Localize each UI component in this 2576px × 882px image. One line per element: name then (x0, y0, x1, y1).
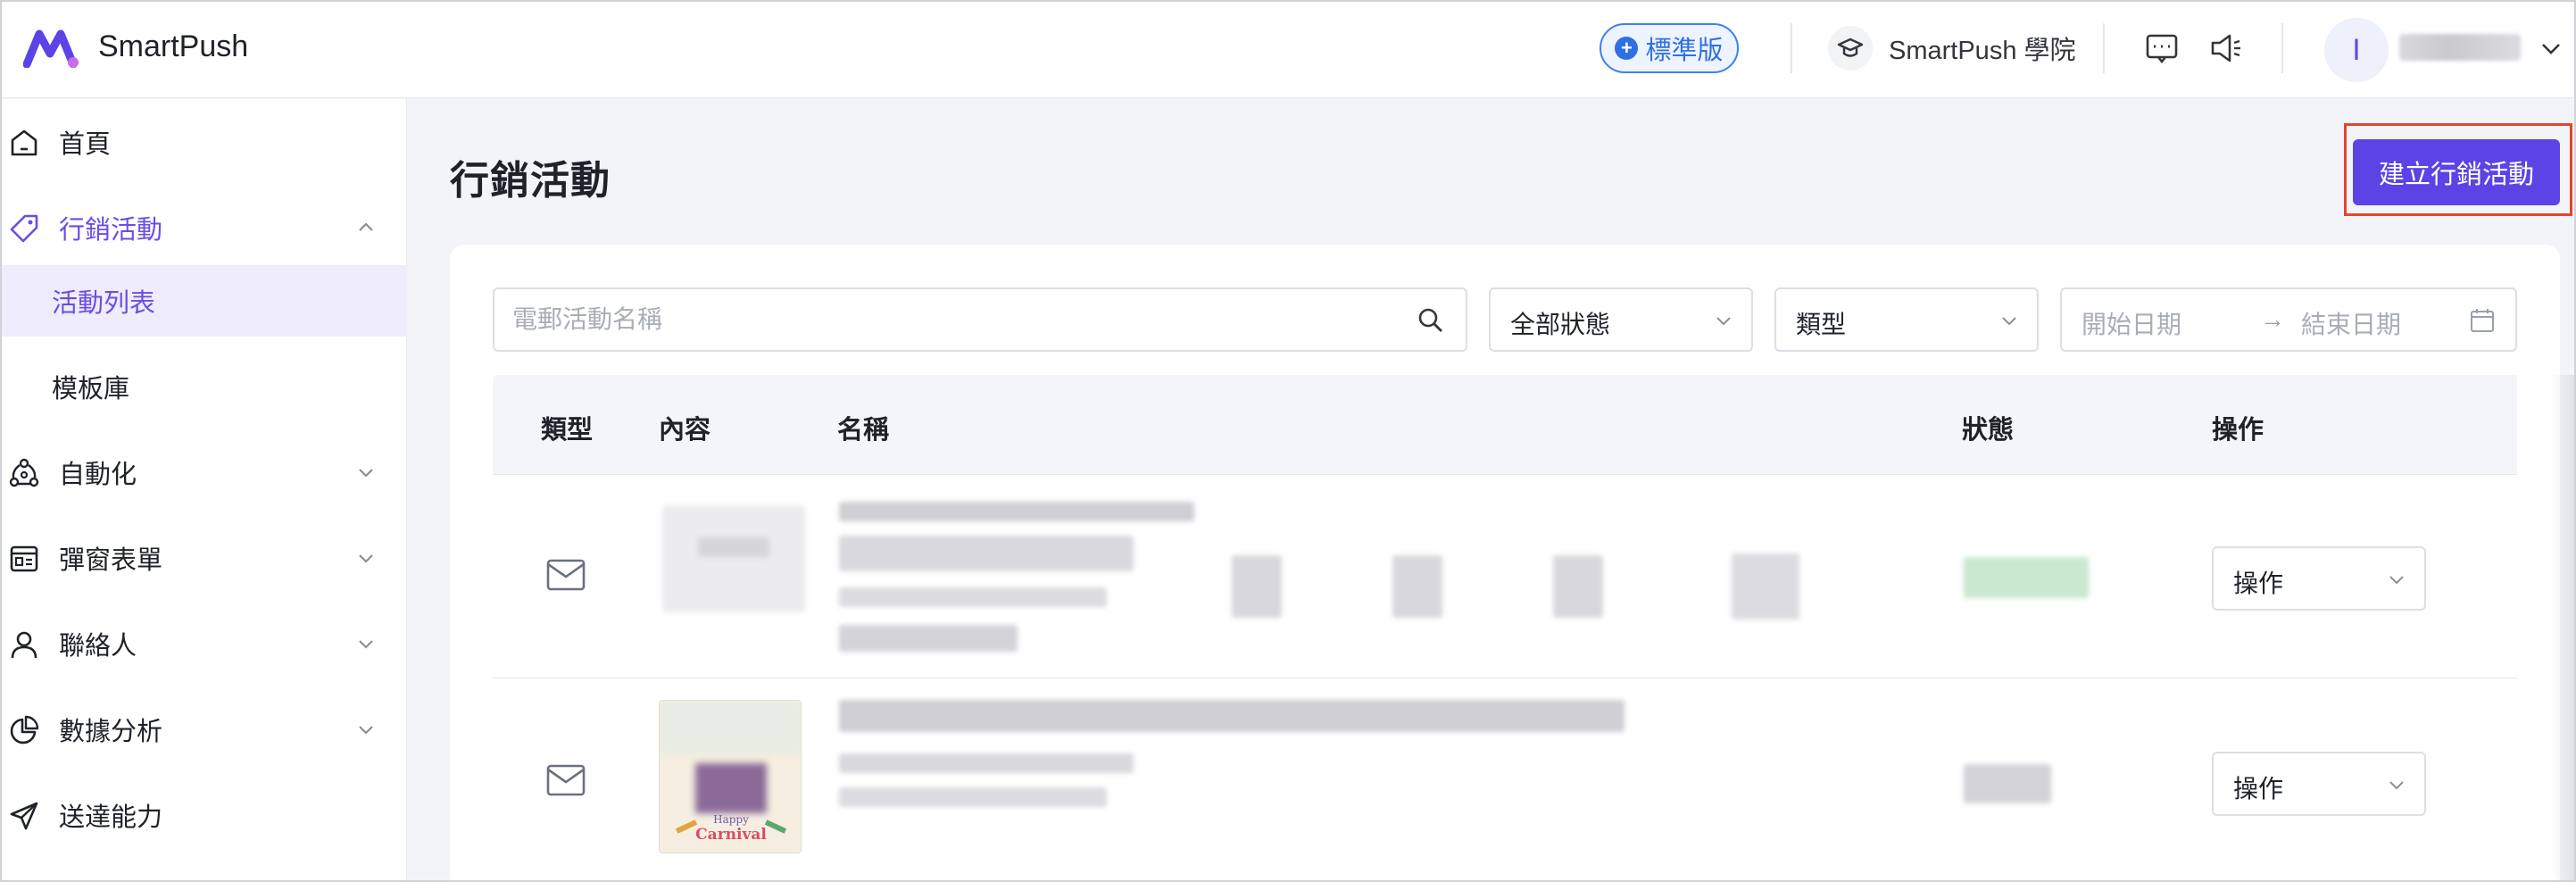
operations-dropdown[interactable]: 操作 (2212, 752, 2426, 816)
end-date-field[interactable]: 結束日期 (2301, 305, 2401, 341)
megaphone-icon[interactable] (2208, 30, 2244, 66)
chevron-down-icon (2389, 781, 2404, 790)
brand-name: SmartPush (98, 29, 249, 63)
sidebar-item-popup-forms[interactable]: 彈窗表單 (0, 515, 407, 601)
operations-dropdown[interactable]: 操作 (2212, 546, 2426, 611)
column-header-status: 狀態 (1962, 416, 2015, 445)
campaign-meta-redacted (839, 536, 1134, 571)
mail-icon (546, 764, 586, 796)
search-box[interactable] (493, 287, 1467, 352)
sidebar-item-contacts[interactable]: 聯絡人 (0, 601, 407, 686)
sidebar-subitem-label: 活動列表 (52, 289, 156, 318)
table-row[interactable]: Happy Carnival 操作 (493, 678, 2517, 882)
campaign-meta-redacted (839, 587, 1107, 607)
sidebar-item-automation[interactable]: 自動化 (0, 429, 407, 515)
sidebar-subitem-template-library[interactable]: 模板庫 (0, 351, 407, 422)
analytics-icon (10, 715, 39, 745)
chevron-down-icon (359, 726, 373, 735)
chevron-down-icon (2389, 576, 2404, 585)
stat-redacted (1732, 553, 1799, 620)
campaign-meta-redacted (839, 625, 1018, 652)
sidebar-item-label: 彈窗表單 (59, 546, 163, 575)
home-icon (11, 129, 37, 156)
chevron-down-icon (359, 469, 373, 478)
sidebar-item-label: 行銷活動 (59, 216, 163, 245)
chevron-down-icon[interactable] (2537, 34, 2565, 62)
arrow-right-icon: → (2260, 305, 2285, 333)
graduation-cap-icon (1828, 26, 1873, 71)
content-thumbnail-redacted (662, 505, 805, 612)
status-select[interactable]: 全部狀態 (1489, 287, 1753, 352)
chevron-up-icon (359, 222, 373, 231)
status-badge (1964, 557, 2089, 598)
campaign-meta-redacted (839, 753, 1134, 773)
operations-label: 操作 (2233, 570, 2284, 597)
sidebar-item-label: 首頁 (59, 130, 112, 159)
stat-redacted (1392, 555, 1442, 618)
stat-redacted (1232, 555, 1282, 618)
date-range-picker[interactable]: 開始日期 → 結束日期 (2060, 287, 2517, 352)
calendar-icon[interactable] (2469, 307, 2496, 334)
table-header: 類型 內容 名稱 狀態 操作 (493, 375, 2517, 475)
plus-icon: + (1615, 37, 1639, 60)
smartpush-logo[interactable] (23, 27, 80, 68)
column-header-content: 內容 (659, 416, 711, 445)
sidebar-subitem-label: 模板庫 (52, 375, 130, 404)
mail-icon (546, 559, 586, 591)
search-icon[interactable] (1416, 305, 1446, 336)
column-header-type: 類型 (541, 416, 594, 445)
search-input[interactable] (512, 302, 1405, 337)
create-campaign-button[interactable]: 建立行銷活動 (2353, 139, 2560, 205)
page-title: 行銷活動 (450, 159, 611, 203)
sidebar-item-deliverability[interactable]: 送達能力 (0, 772, 407, 858)
user-name-redacted (2399, 34, 2521, 61)
type-select-value: 類型 (1796, 311, 1847, 338)
chevron-down-icon (359, 640, 373, 649)
sidebar-item-label: 數據分析 (59, 718, 163, 746)
plan-badge-label: 標準版 (1645, 37, 1724, 65)
stat-redacted (1553, 555, 1603, 618)
sidebar-item-marketing[interactable]: 行銷活動 (0, 185, 407, 270)
avatar[interactable]: I (2324, 18, 2389, 82)
campaign-name-redacted (839, 700, 1625, 732)
thumbnail-image-redacted (695, 763, 767, 813)
column-header-actions: 操作 (2212, 416, 2264, 445)
popup-form-icon (10, 545, 38, 572)
table-scroll-shadow (2551, 375, 2576, 882)
status-badge (1964, 764, 2051, 803)
sidebar-item-home[interactable]: 首頁 (0, 99, 407, 185)
header-divider (2281, 23, 2283, 73)
campaign-name-redacted (839, 502, 1194, 521)
sidebar-item-label: 聯絡人 (59, 632, 137, 661)
send-icon (10, 802, 38, 830)
sidebar: 首頁 行銷活動 活動列表 模板庫 自動化 彈窗表單 聯絡人 數據分析 送達能力 (0, 99, 407, 882)
academy-label: SmartPush 學院 (1889, 37, 2076, 65)
sidebar-subitem-campaign-list[interactable]: 活動列表 (0, 265, 407, 337)
sidebar-item-analytics[interactable]: 數據分析 (0, 686, 407, 772)
table-row[interactable]: 操作 (493, 475, 2517, 678)
campaign-meta-redacted (839, 787, 1107, 807)
type-select[interactable]: 類型 (1774, 287, 2039, 352)
content-thumbnail-redacted (698, 537, 769, 557)
sidebar-item-label: 自動化 (59, 461, 137, 489)
header-divider (1791, 23, 1792, 73)
start-date-field[interactable]: 開始日期 (2082, 305, 2181, 341)
chevron-down-icon (359, 554, 373, 563)
automation-icon (9, 458, 39, 487)
status-select-value: 全部狀態 (1510, 311, 1611, 338)
message-icon[interactable] (2144, 30, 2180, 66)
operations-label: 操作 (2233, 775, 2284, 803)
content-thumbnail: Happy Carnival (659, 700, 802, 853)
plan-badge[interactable]: + 標準版 (1600, 23, 1739, 73)
header-divider (2103, 23, 2105, 73)
top-header: SmartPush + 標準版 SmartPush 學院 I (0, 0, 2576, 98)
chevron-down-icon (2002, 317, 2016, 326)
contacts-icon (11, 631, 37, 659)
tag-icon (10, 214, 38, 243)
column-header-name: 名稱 (837, 416, 890, 445)
chevron-down-icon (1716, 317, 1731, 326)
academy-link[interactable]: SmartPush 學院 (1828, 23, 2076, 73)
sidebar-item-label: 送達能力 (59, 803, 163, 832)
thumbnail-text: Happy (713, 813, 749, 826)
